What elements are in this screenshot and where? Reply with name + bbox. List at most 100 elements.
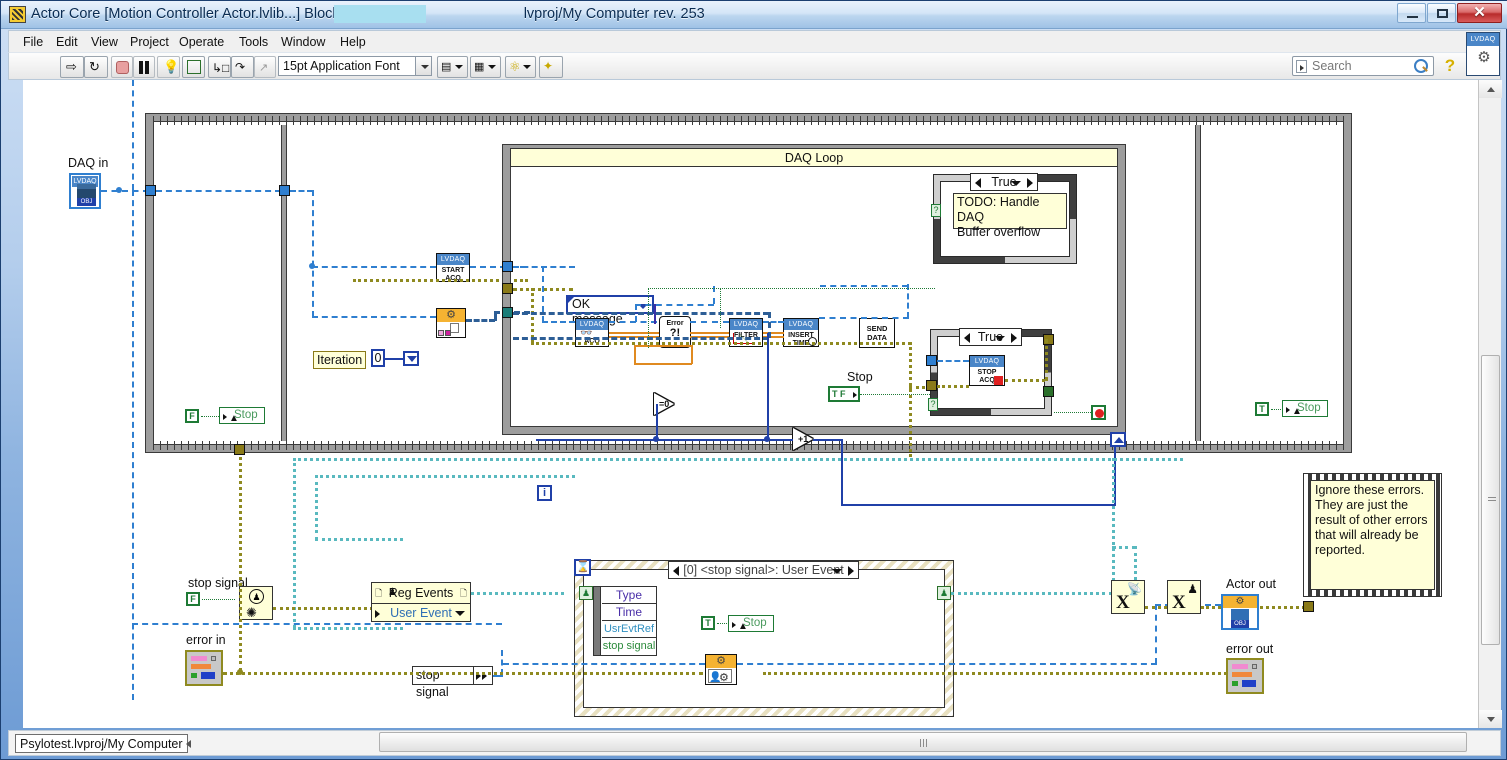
to-more-specific-class-node[interactable] [473,666,493,685]
abort-button[interactable] [111,56,133,78]
minimize-button[interactable] [1397,3,1426,23]
start-acq-vi[interactable]: LVDAQ START ACQ [436,253,470,282]
chevron-down-icon[interactable] [832,569,842,574]
iteration-constant[interactable]: 0 [371,349,385,367]
shift-register-right[interactable] [1110,432,1126,447]
actor-out-terminal[interactable]: OBJ [1221,594,1259,630]
distribute-objects-button[interactable]: ▦ [470,56,501,78]
stop-signal-bool-constant[interactable]: F [186,592,200,606]
run-button[interactable]: ⇨ [60,56,84,78]
menu-help[interactable]: Help [334,34,372,51]
vertical-scrollbar[interactable] [1478,80,1502,728]
stop-left-bool-constant[interactable]: F [185,409,199,423]
tunnel-comment-err[interactable] [1303,601,1314,612]
menu-window[interactable]: Window [275,34,331,51]
scroll-down-arrow[interactable] [1479,710,1502,728]
shift-register-left[interactable] [403,351,419,366]
tunnel-daq-frame2[interactable] [279,185,290,196]
search-dropdown-icon[interactable] [1296,60,1307,73]
chevron-down-icon[interactable] [995,336,1005,341]
stop-inner-label: Stop [847,370,873,384]
align-objects-button[interactable]: ▤ [437,56,468,78]
destroy-user-event-node[interactable]: X ♟ [1167,580,1201,614]
maximize-button[interactable] [1427,3,1456,23]
clean-up-diagram-button[interactable]: ✦ [539,56,563,78]
tunnel-stop-acq-out[interactable] [1043,386,1054,397]
step-over-button[interactable]: ↷ [231,56,254,78]
prev-case-arrow-icon[interactable] [964,333,970,343]
event-dynamic-terminal-right[interactable]: ♟ [937,586,951,600]
close-button[interactable]: ✕ [1457,3,1502,23]
font-selector[interactable]: 15pt Application Font [278,56,416,76]
highlight-execution-button[interactable]: 💡 [157,56,180,78]
scroll-up-arrow[interactable] [1479,80,1502,98]
pause-button[interactable] [133,56,155,78]
retain-wire-values-button[interactable] [182,56,205,78]
horizontal-scroll-thumb[interactable] [379,732,1467,752]
menu-file[interactable]: File [17,34,49,51]
step-into-button[interactable]: ↳□ [208,56,231,78]
next-case-arrow-icon[interactable] [1027,178,1033,188]
stop-right-bool-constant[interactable]: T [1255,402,1269,416]
event-stop-bool-constant[interactable]: T [701,616,715,630]
tunnel-daq-loop-msg[interactable] [502,307,513,318]
daq-in-terminal[interactable]: LVDAQ OBJ [69,173,101,209]
tunnel-stop-acq-in[interactable] [926,355,937,366]
event-data-scrollbar[interactable] [594,587,601,655]
next-event-arrow-icon[interactable] [848,566,854,576]
create-user-event-vi[interactable]: ♟ ✺ [239,586,273,620]
horizontal-scrollbar[interactable] [379,732,1489,754]
font-dropdown-arrow[interactable] [416,56,432,76]
error-out-terminal[interactable] [1226,658,1264,694]
reorder-button[interactable]: ⚛ [505,56,536,78]
config-gear-vi[interactable] [436,308,466,338]
event-case-selector[interactable]: [0] <stop signal>: User Event [668,561,859,579]
menu-view[interactable]: View [85,34,124,51]
chevron-down-icon[interactable] [1011,181,1021,186]
status-collapse-arrow-icon[interactable] [186,740,191,748]
menu-edit[interactable]: Edit [50,34,84,51]
tunnel-stop-acq-err-in[interactable] [926,380,937,391]
comment-frame[interactable]: Ignore these errors. They are just the r… [1303,473,1442,597]
block-diagram-canvas[interactable]: DAQ in LVDAQ OBJ LVDAQ START ACQ ⚙ Itera… [23,80,1478,728]
case-selector-terminal-stop-acq[interactable]: ? [928,398,938,411]
tunnel-daq-loop-error[interactable] [502,283,513,294]
search-input[interactable]: Search [1292,56,1434,76]
wire-msg-c [513,337,769,340]
question-mark-help-icon[interactable]: ? [1441,56,1459,76]
tunnel-daq-loop-in-blue[interactable] [502,261,513,272]
stop-acq-vi[interactable]: LVDAQ STOP ACQ [969,355,1005,386]
case-selector-stop-acq[interactable]: True [959,328,1022,346]
redaction-block [334,5,426,23]
stop-signal-name-constant[interactable]: stop signal [412,666,474,699]
run-continuously-button[interactable]: ↻ [84,56,108,78]
error-in-terminal[interactable] [185,650,223,686]
register-events-node[interactable]: 🗋 ♟ Reg Events 🗋 User Event [371,582,471,622]
menu-project[interactable]: Project [124,34,175,51]
vertical-scroll-thumb[interactable] [1481,355,1500,645]
unregister-events-node[interactable]: X 📡 [1111,580,1145,614]
bottom-gear-vi[interactable]: 👤 ⚙ [705,654,737,685]
stop-left-terminal[interactable]: ▲ Stop [219,407,265,424]
lvdaq-palette-badge[interactable]: LVDAQ ⚙ [1466,32,1500,76]
tunnel-error-outer-bottom[interactable] [234,444,245,455]
prev-event-arrow-icon[interactable] [673,566,679,576]
case-selector-terminal-overflow[interactable]: ? [931,204,941,217]
stop-loop-primitive[interactable] [1091,405,1106,420]
stop-inner-terminal[interactable]: T F [828,386,860,402]
stop-right-terminal[interactable]: ▲ Stop [1282,400,1328,417]
event-stop-terminal[interactable]: ▲ Stop [728,615,774,632]
tunnel-daq-in-left[interactable] [145,185,156,196]
case-selector-overflow[interactable]: True [970,173,1038,191]
menu-tools[interactable]: Tools [233,34,274,51]
register-events-user-event[interactable]: User Event [372,604,470,621]
event-dynamic-terminal-left[interactable]: ♟ [579,586,593,600]
step-out-button[interactable]: ↗ [254,56,276,78]
iteration-terminal[interactable]: i [537,485,552,501]
event-data-node[interactable]: Type Time UsrEvtRef stop signal [593,586,657,656]
next-case-arrow-icon[interactable] [1011,333,1017,343]
menu-operate[interactable]: Operate [173,34,230,51]
prev-case-arrow-icon[interactable] [975,178,981,188]
event-structure-timeout-icon[interactable]: ⌛ [574,559,591,576]
equals-zero-label: =0 [659,399,670,409]
